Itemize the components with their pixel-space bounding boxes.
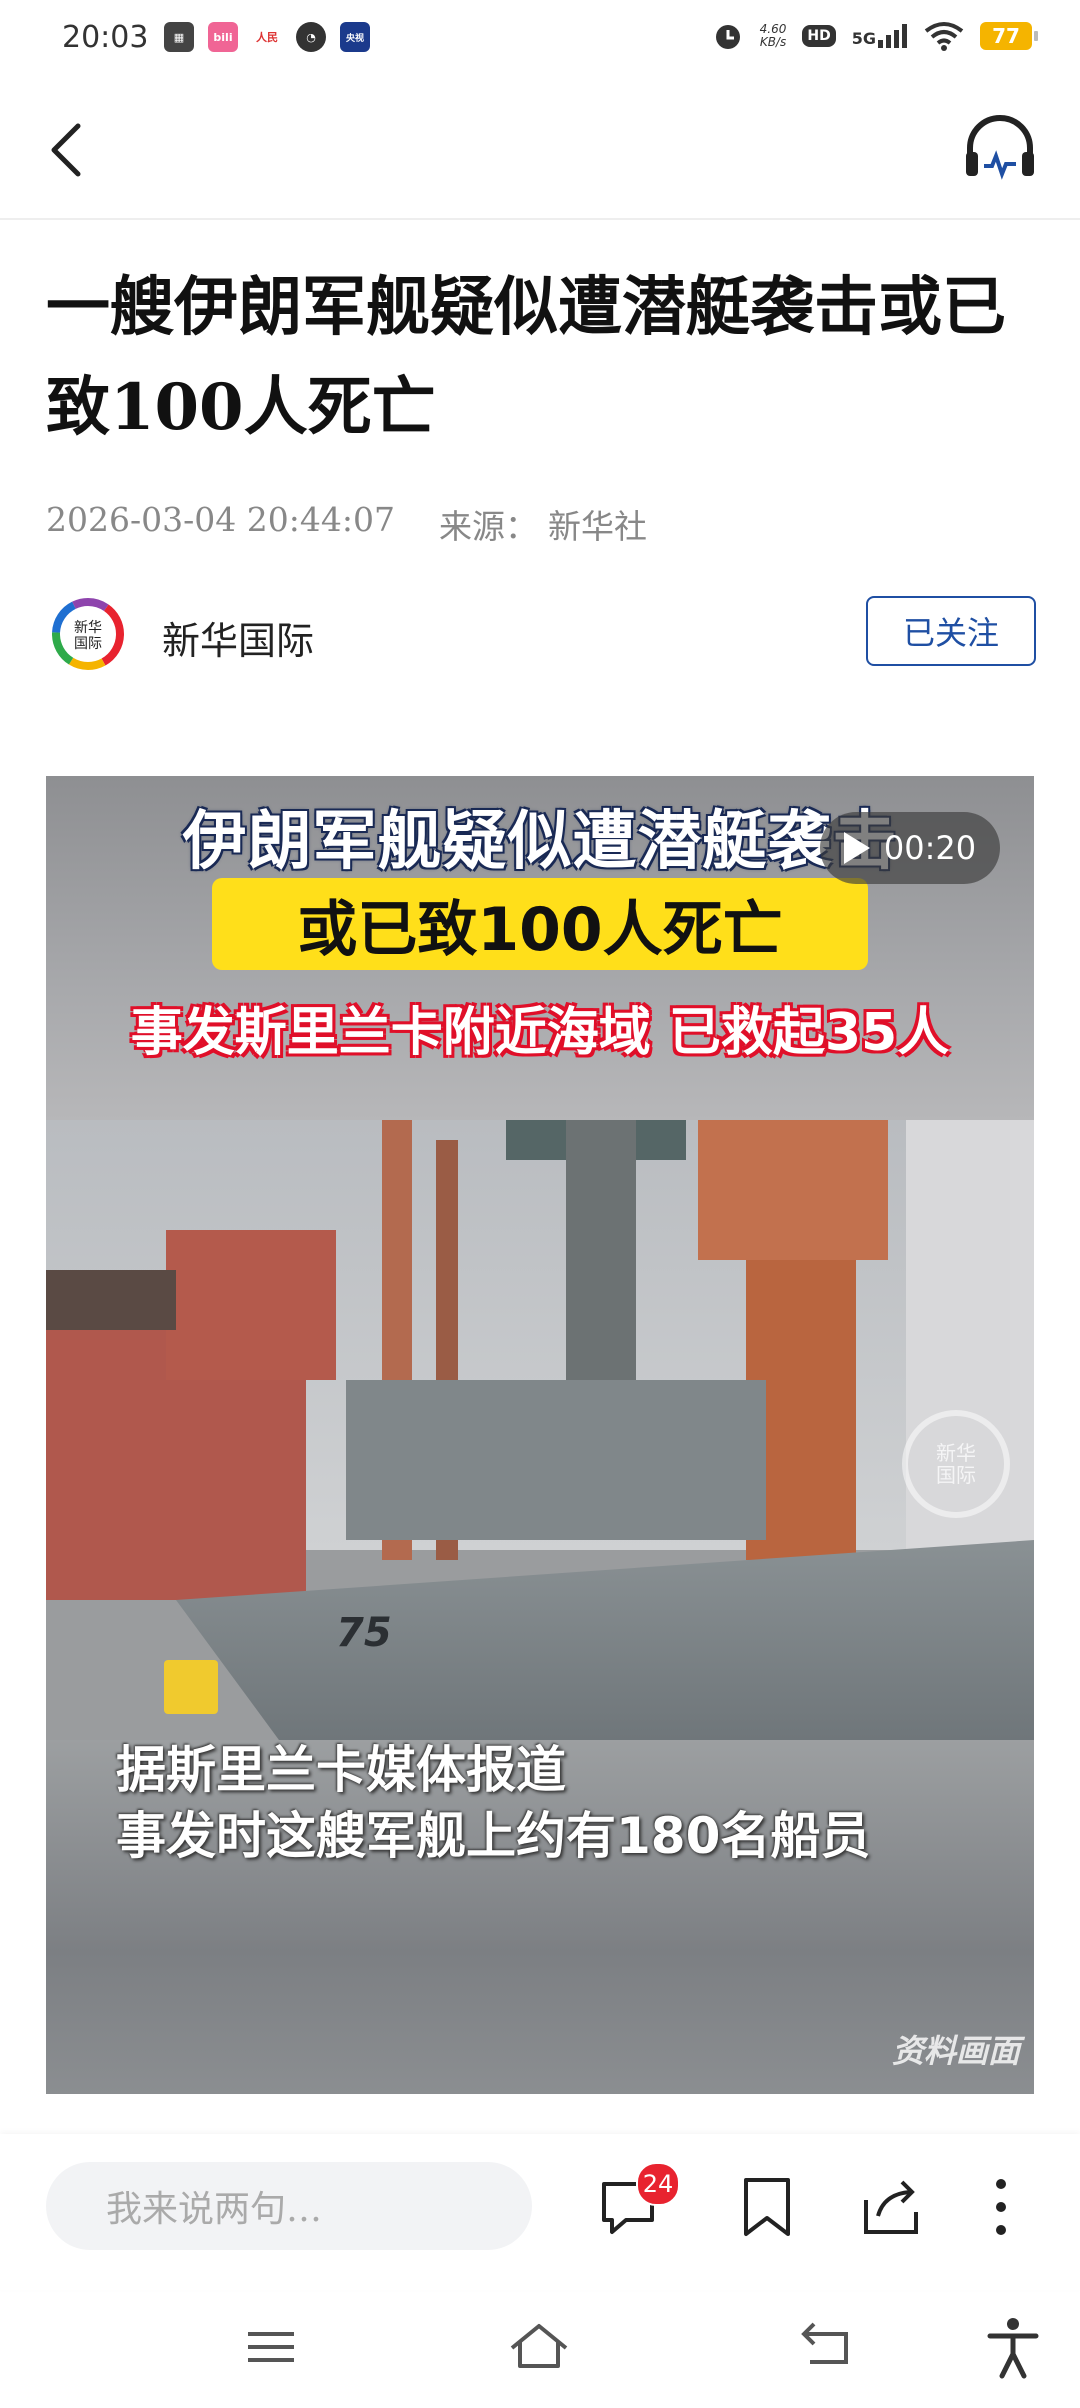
wifi-icon [924, 22, 964, 51]
alarm-clock-icon [715, 25, 740, 49]
author-avatar[interactable]: 新华 国际 [50, 596, 126, 672]
alarm-icon: ◔ [296, 22, 326, 52]
video-subtitle-line1: 据斯里兰卡媒体报道 [116, 1741, 566, 1799]
cctv-news-icon: 央视 [340, 22, 370, 52]
bilibili-icon: bili [208, 22, 238, 52]
publish-datetime: 2026-03-04 20:44:07 [46, 500, 395, 539]
video-duration-badge[interactable]: 00:20 [820, 812, 1000, 884]
menu-icon [248, 2332, 294, 2362]
bottom-action-bar: 我来说两句… 24 [0, 2134, 1080, 2290]
home-button[interactable] [504, 2312, 574, 2382]
top-nav-bar [0, 84, 1080, 220]
more-icon [996, 2179, 1006, 2235]
status-right: 4.60 KB/s HD 5G 77 [712, 20, 1038, 52]
video-watermark: 新华 国际 [902, 1410, 1010, 1518]
video-player[interactable]: 伊朗军舰疑似遭潜艇袭击 或已致100人死亡 事发斯里兰卡附近海域 已救起35人 … [46, 776, 1034, 2094]
bookmark-icon [744, 2178, 790, 2236]
status-bar: 20:03 ▦ bili 人民 ◔ 央视 4.60 KB/s HD 5G 77 [0, 0, 1080, 84]
chevron-left-icon [51, 123, 81, 177]
speaker-icon [164, 1660, 218, 1714]
article-meta: 2026-03-04 20:44:07 来源： 新华社 [46, 500, 647, 548]
svg-text:国际: 国际 [74, 636, 102, 652]
back-button[interactable] [40, 114, 100, 184]
back-icon [801, 2322, 848, 2364]
comment-count-badge: 24 [636, 2162, 680, 2206]
video-caption-area: 伊朗军舰疑似遭潜艇袭击 或已致100人死亡 事发斯里兰卡附近海域 已救起35人 … [46, 776, 1034, 1120]
menu-button[interactable] [236, 2312, 306, 2382]
system-back-button[interactable] [790, 2312, 860, 2382]
people-daily-icon: 人民 [252, 22, 282, 52]
net-speed: 4.60 KB/s [759, 22, 787, 49]
system-nav-bar [0, 2290, 1080, 2408]
share-icon [864, 2180, 918, 2234]
hull-number: 75 [336, 1610, 392, 1656]
archive-footage-label: 资料画面 [891, 2032, 1020, 2070]
video-subtitle-line2: 事发时这艘军舰上约有180名船员 [116, 1807, 871, 1865]
battery-indicator: 77 [980, 22, 1038, 50]
follow-button[interactable]: 已关注 [866, 596, 1036, 666]
play-icon [843, 832, 870, 864]
share-button[interactable] [856, 2172, 926, 2242]
author-row: 新华 国际 新华国际 已关注 [50, 588, 1036, 678]
accessibility-icon [987, 2318, 1039, 2379]
comment-input[interactable]: 我来说两句… [46, 2162, 532, 2250]
listen-button[interactable] [960, 108, 1040, 188]
status-app-icons: ▦ bili 人民 ◔ 央视 [164, 22, 370, 52]
photos-icon: ▦ [164, 22, 194, 52]
video-duration: 00:20 [883, 829, 977, 867]
svg-text:新华: 新华 [74, 620, 102, 636]
home-icon [510, 2324, 568, 2368]
status-time: 20:03 [62, 20, 149, 55]
article-title: 一艘伊朗军舰疑似遭潜艇袭击或已致100人死亡 [46, 270, 1006, 445]
xinhua-logo-icon: 新华 国际 [52, 598, 124, 670]
bookmark-button[interactable] [732, 2172, 802, 2242]
accessibility-button[interactable] [978, 2312, 1048, 2382]
headphones-icon [966, 115, 1034, 180]
more-button[interactable] [966, 2172, 1036, 2242]
video-caption-line3: 事发斯里兰卡附近海域 已救起35人 [130, 1003, 950, 1063]
video-frame: 75 新华 国际 据斯里兰卡媒体报道 事发时这艘军舰上约有180名船员 资料画面 [46, 1120, 1034, 2094]
signal-5g-icon: 5G [852, 24, 908, 48]
hd-badge: HD [802, 25, 836, 47]
video-caption-line2: 或已致100人死亡 [212, 878, 868, 970]
article-source: 来源： 新华社 [438, 507, 647, 546]
author-name[interactable]: 新华国际 [162, 610, 314, 665]
